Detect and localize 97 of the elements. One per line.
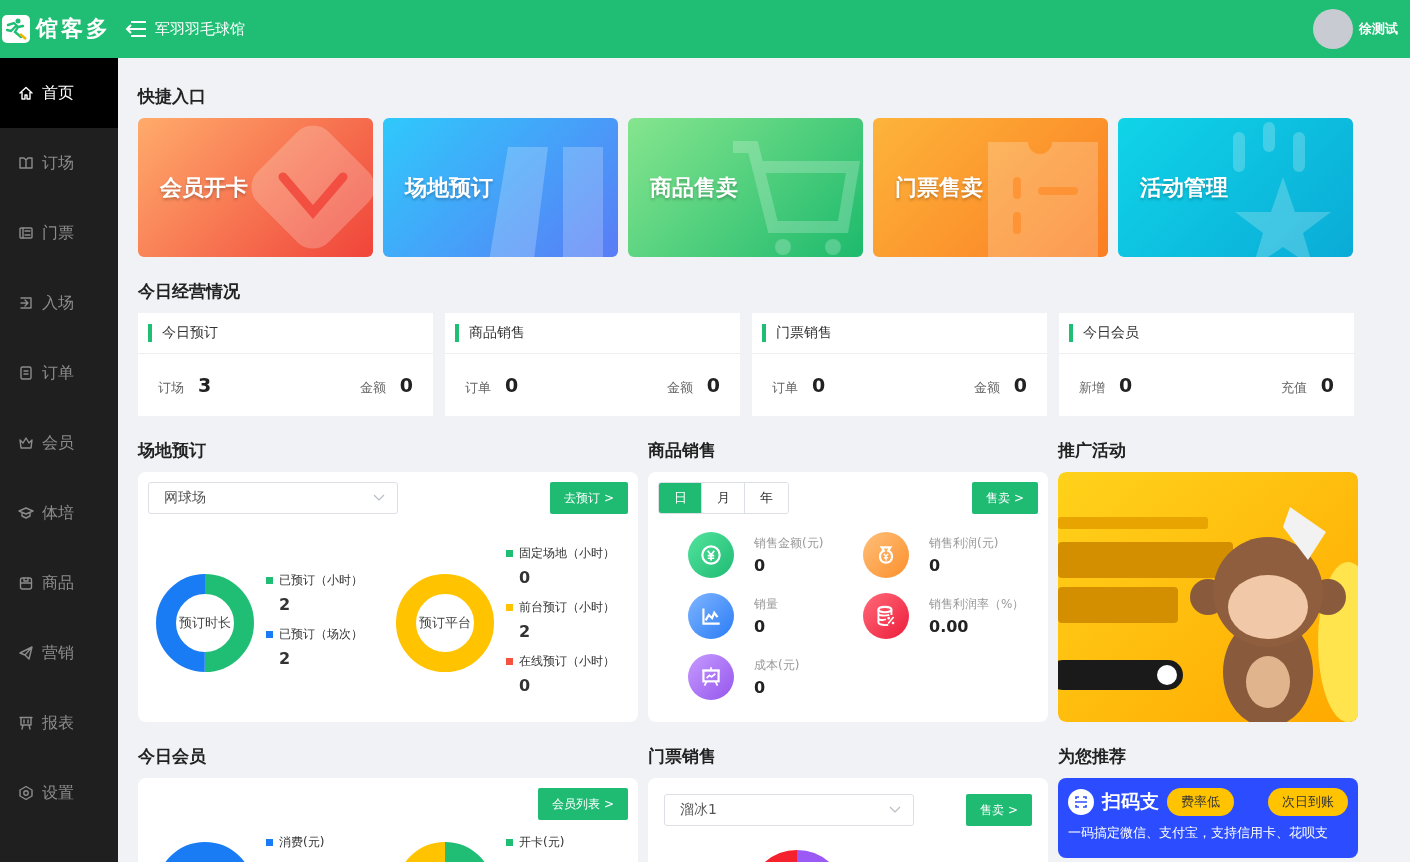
section-title: 快捷入口 — [138, 85, 207, 108]
legend-label: 消费(元) — [279, 834, 325, 851]
donut-label: 预订时长 — [179, 614, 231, 632]
stat-label: 订单 — [772, 378, 798, 397]
stat-label: 金额 — [359, 378, 386, 397]
presentation-board-icon — [688, 654, 734, 700]
section-title: 今日经营情况 — [138, 280, 241, 303]
accent-bar — [762, 324, 766, 342]
legend-value: 2 — [518, 622, 532, 641]
sidebar-item[interactable]: 设置 — [0, 758, 118, 828]
sidebar-item[interactable]: 首页 — [0, 58, 118, 128]
stat-title: 门票销售 — [776, 324, 832, 342]
legend-value: 0 — [518, 568, 532, 587]
paper-plane-icon — [18, 645, 34, 661]
metric-value: 0 — [754, 617, 767, 636]
database-percent-icon — [863, 593, 909, 639]
menu-fold-icon[interactable] — [125, 20, 147, 38]
metric-value: 0 — [754, 678, 767, 697]
bag-icon — [18, 575, 34, 591]
legend-value: 0 — [518, 676, 532, 695]
stat-value: 0 — [399, 373, 413, 396]
graduation-cap-icon — [18, 505, 34, 521]
metric-label: 销售利润(元) — [929, 535, 999, 552]
metric-value: 0 — [754, 556, 767, 575]
document-icon — [18, 365, 34, 381]
accent-bar — [455, 324, 459, 342]
stat-label: 充值 — [1280, 378, 1307, 397]
metric-label: 成本(元) — [754, 657, 800, 674]
easel-icon — [18, 715, 34, 731]
legend-label: 在线预订（小时） — [519, 653, 615, 670]
promo-tag: 费率低 — [1167, 788, 1234, 816]
payment-promo-card[interactable]: 扫码支 费率低 次日到账 一码搞定微信、支付宝，支持信用卡、花呗支 — [1058, 778, 1358, 858]
book-icon — [18, 155, 34, 171]
venue-name: 军羽羽毛球馆 — [155, 19, 245, 39]
stat-label: 金额 — [666, 378, 693, 397]
metric-value: 0.00 — [929, 617, 970, 636]
stat-title: 今日预订 — [162, 324, 218, 342]
user-avatar[interactable] — [1313, 9, 1353, 49]
section-title: 场地预订 — [138, 439, 207, 462]
gear-icon — [18, 785, 34, 801]
sidebar-item[interactable]: 入场 — [0, 268, 118, 338]
stat-value: 3 — [198, 373, 212, 396]
stat-value: 0 — [1119, 373, 1133, 396]
legend-label: 固定场地（小时） — [519, 545, 615, 562]
sidebar-item[interactable]: 商品 — [0, 548, 118, 618]
section-title: 商品销售 — [648, 439, 717, 462]
enter-icon — [18, 295, 34, 311]
promo-title: 扫码支 — [1102, 789, 1159, 814]
sidebar-item[interactable]: 订场 — [0, 128, 118, 198]
chevron-down-icon — [889, 806, 901, 814]
legend-label: 已预订（小时） — [279, 572, 363, 589]
metric-value: 0 — [929, 556, 942, 575]
promo-text: 一码搞定微信、支付宝，支持信用卡、花呗支 — [1068, 824, 1329, 842]
section-title: 门票销售 — [648, 745, 717, 768]
stat-label: 金额 — [973, 378, 1000, 397]
sidebar-item[interactable]: 报表 — [0, 688, 118, 758]
metric-label: 销售金额(元) — [754, 535, 824, 552]
stat-label: 订单 — [465, 378, 491, 397]
sidebar-item[interactable]: 会员 — [0, 408, 118, 478]
legend-label: 已预订（场次） — [279, 626, 363, 643]
ticket-icon — [18, 225, 34, 241]
stat-label: 订场 — [158, 378, 184, 397]
promo-tag: 次日到账 — [1268, 788, 1348, 816]
logo-text: 馆客多 — [36, 15, 111, 43]
accent-bar — [148, 324, 152, 342]
ticket-select[interactable]: 溜冰1 — [664, 794, 914, 826]
stat-value: 0 — [1320, 373, 1334, 396]
line-chart-icon — [688, 593, 734, 639]
donut-label: 预订平台 — [419, 614, 471, 632]
accent-bar — [1069, 324, 1073, 342]
legend-value: 2 — [278, 649, 292, 668]
metric-label: 销售利润率（%） — [929, 596, 1025, 613]
metric-label: 销量 — [754, 596, 778, 613]
section-title: 为您推荐 — [1058, 745, 1127, 768]
legend-value: 2 — [278, 595, 292, 614]
legend-label: 开卡(元) — [519, 834, 565, 851]
stat-value: 0 — [505, 373, 519, 396]
chevron-down-icon — [373, 494, 385, 502]
legend-label: 前台预订（小时） — [519, 599, 615, 616]
section-title: 今日会员 — [138, 745, 207, 768]
venue-select[interactable]: 网球场 — [148, 482, 398, 514]
sidebar-item[interactable]: 订单 — [0, 338, 118, 408]
section-title: 推广活动 — [1058, 439, 1127, 462]
stat-value: 0 — [812, 373, 826, 396]
sidebar-item[interactable]: 体培 — [0, 478, 118, 548]
stat-label: 新增 — [1079, 378, 1105, 397]
stat-title: 商品销售 — [469, 324, 525, 342]
sidebar-item[interactable]: 营销 — [0, 618, 118, 688]
money-bag-icon — [863, 532, 909, 578]
stat-value: 0 — [1013, 373, 1027, 396]
crown-icon — [18, 435, 34, 451]
sidebar-item[interactable]: 门票 — [0, 198, 118, 268]
home-icon — [18, 85, 34, 101]
scan-icon — [1068, 789, 1094, 815]
yen-coin-icon — [688, 532, 734, 578]
stat-value: 0 — [706, 373, 720, 396]
stat-title: 今日会员 — [1083, 324, 1139, 342]
